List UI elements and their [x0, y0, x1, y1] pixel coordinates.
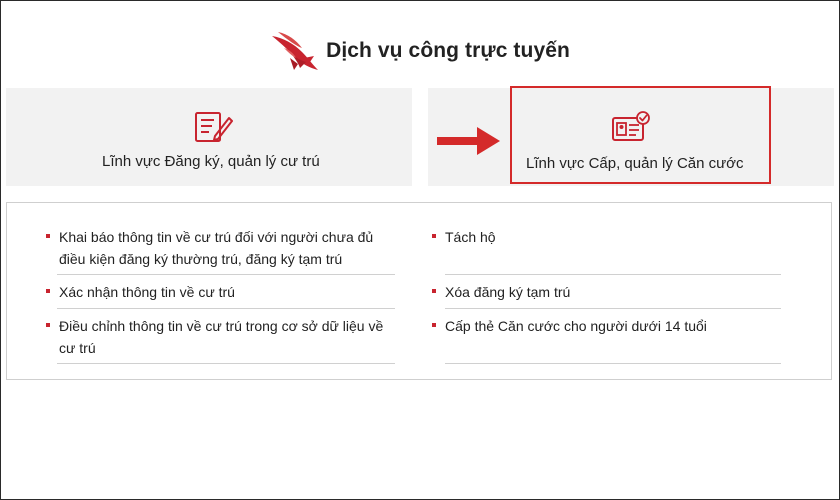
divider — [57, 363, 395, 364]
service-link[interactable]: Xác nhận thông tin về cư trú — [46, 281, 399, 303]
service-link-text: Tách hộ — [445, 229, 496, 245]
category-label-residence: Lĩnh vực Đăng ký, quản lý cư trú — [102, 153, 320, 170]
service-link-text: Khai báo thông tin về cư trú đối với ngư… — [59, 229, 374, 267]
service-link-text: Xóa đăng ký tạm trú — [445, 284, 571, 300]
services-panel: Khai báo thông tin về cư trú đối với ngư… — [6, 202, 832, 380]
bullet-icon — [432, 323, 436, 327]
divider — [57, 274, 395, 275]
bullet-icon — [432, 234, 436, 238]
pointer-arrow-icon — [437, 127, 500, 155]
bullet-icon — [46, 323, 50, 327]
category-card-residence[interactable]: Lĩnh vực Đăng ký, quản lý cư trú — [6, 88, 412, 186]
service-link[interactable]: Xóa đăng ký tạm trú — [432, 281, 785, 303]
bullet-icon — [432, 289, 436, 293]
bullet-icon — [46, 234, 50, 238]
page-title: Dịch vụ công trực tuyến — [326, 39, 570, 62]
page-header: Dịch vụ công trực tuyến — [0, 28, 840, 74]
service-link[interactable]: Khai báo thông tin về cư trú đối với ngư… — [46, 226, 399, 270]
service-link-text: Điều chỉnh thông tin về cư trú trong cơ … — [59, 318, 384, 356]
divider — [57, 308, 395, 309]
divider — [445, 308, 781, 309]
highlight-box — [510, 86, 771, 184]
service-link-text: Xác nhận thông tin về cư trú — [59, 284, 235, 300]
service-link[interactable]: Tách hộ — [432, 226, 785, 248]
service-link[interactable]: Cấp thẻ Căn cước cho người dưới 14 tuổi — [432, 315, 785, 337]
service-link[interactable]: Điều chỉnh thông tin về cư trú trong cơ … — [46, 315, 394, 359]
divider — [445, 363, 781, 364]
service-link-text: Cấp thẻ Căn cước cho người dưới 14 tuổi — [445, 318, 707, 334]
bullet-icon — [46, 289, 50, 293]
form-edit-icon — [195, 112, 233, 142]
divider — [445, 274, 781, 275]
red-bird-logo-icon — [272, 32, 319, 70]
